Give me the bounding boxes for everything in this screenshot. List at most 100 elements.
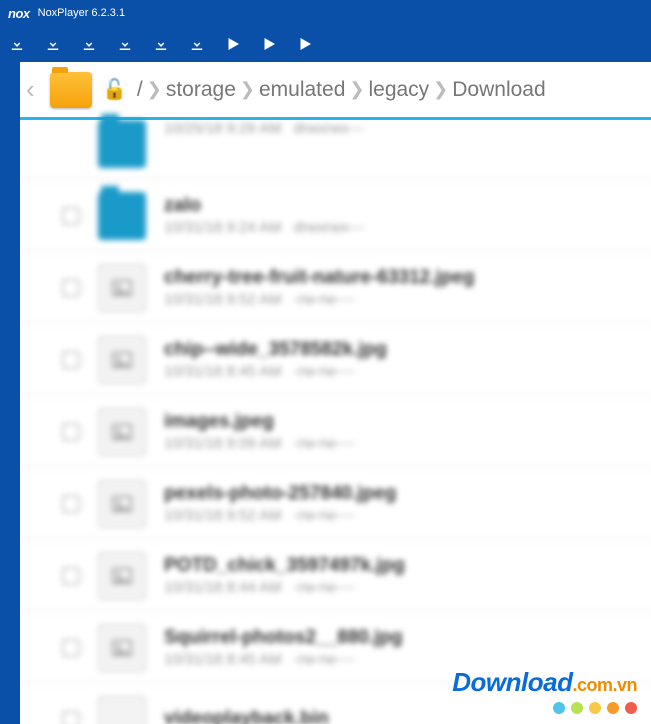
file-meta: 10/31/18 8:44 AM -rw-rw---- [164, 579, 405, 596]
checkbox[interactable] [62, 207, 80, 225]
crumb-storage[interactable]: storage [166, 78, 236, 102]
checkbox[interactable] [62, 567, 80, 585]
file-name: cherry-tree-fruit-nature-63312.jpeg [164, 267, 474, 289]
file-date: 10/31/18 9:52 AM [164, 507, 282, 524]
chevron-right-icon: ❯ [349, 79, 364, 100]
checkbox[interactable] [62, 351, 80, 369]
file-name: images.jpeg [164, 411, 355, 433]
file-row[interactable]: images.jpeg 10/31/18 9:09 AM-rw-rw---- [20, 396, 651, 468]
checkbox[interactable] [62, 639, 80, 657]
file-meta: 10/31/18 8:45 AM -rw-rw---- [164, 363, 387, 380]
crumb-download[interactable]: Download [452, 78, 545, 102]
checkbox[interactable] [62, 279, 80, 297]
file-row[interactable]: pexels-photo-257840.jpeg 10/31/18 9:52 AM… [20, 468, 651, 540]
breadcrumb-bar: ‹ 🔓 / ❯ storage ❯ emulated ❯ legacy ❯ Do… [20, 62, 651, 120]
file-date: 10/31/18 8:45 AM [164, 651, 282, 668]
dot-icon [571, 702, 583, 714]
file-info: pexels-photo-257840.jpeg 10/31/18 9:52 AM… [164, 483, 396, 524]
checkbox[interactable] [62, 423, 80, 441]
file-perm: -rw-rw---- [294, 507, 356, 524]
file-list[interactable]: 10/25/18 9:29 AM drwxrwx--- zalo 10/31/18 9… [20, 120, 651, 724]
file-manager: ‹ 🔓 / ❯ storage ❯ emulated ❯ legacy ❯ Do… [20, 62, 651, 724]
folder-icon[interactable] [50, 72, 92, 108]
file-date: 10/25/18 9:29 AM [164, 120, 282, 137]
download-icon-5[interactable] [152, 35, 170, 53]
image-file-icon [98, 624, 146, 672]
file-name: Squirrel-photos2__880.jpg [164, 627, 403, 649]
download-icon-2[interactable] [44, 35, 62, 53]
window-title: NoxPlayer 6.2.3.1 [38, 7, 125, 19]
file-meta: 10/31/18 9:09 AM-rw-rw---- [164, 435, 355, 452]
unlock-icon[interactable]: 🔓 [102, 77, 127, 102]
file-name: POTD_chick_3597497k.jpg [164, 555, 405, 577]
folder-icon [98, 120, 146, 168]
binary-file-icon [98, 696, 146, 724]
file-perm: -rw-rw---- [294, 291, 356, 308]
crumb-emulated[interactable]: emulated [259, 78, 345, 102]
watermark-dots [452, 702, 637, 714]
file-date: 10/31/18 8:44 AM [164, 579, 282, 596]
dot-icon [553, 702, 565, 714]
file-perm: -rw-rw---- [294, 579, 356, 596]
download-icon-3[interactable] [80, 35, 98, 53]
file-info: videoplayback.bin [164, 708, 329, 724]
file-info: cherry-tree-fruit-nature-63312.jpeg 10/31… [164, 267, 474, 308]
play-icon-2[interactable] [260, 35, 278, 53]
download-icon-6[interactable] [188, 35, 206, 53]
image-file-icon [98, 336, 146, 384]
file-date: 10/31/18 9:24 AM [164, 219, 282, 236]
dot-icon [625, 702, 637, 714]
file-perm: drwxrwx--- [294, 219, 364, 236]
file-info: 10/25/18 9:29 AM drwxrwx--- [164, 120, 364, 137]
checkbox[interactable] [62, 711, 80, 724]
chevron-right-icon: ❯ [147, 79, 162, 100]
file-info: images.jpeg 10/31/18 9:09 AM-rw-rw---- [164, 411, 355, 452]
play-icon-1[interactable] [224, 35, 242, 53]
file-date: 10/31/18 8:45 AM [164, 363, 282, 380]
file-perm: -rw-rw---- [294, 651, 356, 668]
checkbox[interactable] [62, 495, 80, 513]
file-info: POTD_chick_3597497k.jpg 10/31/18 8:44 AM-… [164, 555, 405, 596]
file-row[interactable]: 10/25/18 9:29 AM drwxrwx--- [20, 120, 651, 180]
image-file-icon [98, 264, 146, 312]
watermark-suffix: .com.vn [572, 675, 637, 695]
app-logo: nox [8, 6, 30, 21]
file-meta: 10/31/18 9:24 AM drwxrwx--- [164, 219, 364, 236]
file-info: Squirrel-photos2__880.jpg 10/31/18 8:45 A… [164, 627, 403, 668]
image-file-icon [98, 408, 146, 456]
crumb-root[interactable]: / [137, 78, 143, 102]
file-name: zalo [164, 195, 364, 217]
file-row[interactable]: POTD_chick_3597497k.jpg 10/31/18 8:44 AM-… [20, 540, 651, 612]
file-meta: 10/31/18 9:52 AM -rw-rw---- [164, 291, 474, 308]
chevron-right-icon: ❯ [240, 79, 255, 100]
file-row[interactable]: chip--wide_3578582k.jpg 10/31/18 8:45 AM-… [20, 324, 651, 396]
folder-icon [98, 192, 146, 240]
file-row[interactable]: cherry-tree-fruit-nature-63312.jpeg 10/31… [20, 252, 651, 324]
breadcrumb[interactable]: / ❯ storage ❯ emulated ❯ legacy ❯ Downlo… [137, 78, 546, 102]
watermark: Download.com.vn [452, 667, 637, 714]
download-icon-1[interactable] [8, 35, 26, 53]
file-row[interactable]: zalo 10/31/18 9:24 AM drwxrwx--- [20, 180, 651, 252]
dot-icon [589, 702, 601, 714]
file-perm: drwxrwx--- [294, 120, 364, 137]
download-icon-4[interactable] [116, 35, 134, 53]
file-meta: 10/31/18 8:45 AM -rw-rw---- [164, 651, 403, 668]
dot-icon [607, 702, 619, 714]
image-file-icon [98, 480, 146, 528]
file-info: chip--wide_3578582k.jpg 10/31/18 8:45 AM-… [164, 339, 387, 380]
file-meta: 10/25/18 9:29 AM drwxrwx--- [164, 120, 364, 137]
toolbar [0, 26, 651, 62]
file-perm: -rw-rw---- [294, 363, 356, 380]
back-icon[interactable]: ‹ [26, 74, 44, 105]
title-bar: nox NoxPlayer 6.2.3.1 [0, 0, 651, 26]
file-name: pexels-photo-257840.jpeg [164, 483, 396, 505]
file-date: 10/31/18 9:09 AM [164, 435, 282, 452]
file-name: videoplayback.bin [164, 708, 329, 724]
watermark-brand: Download [452, 667, 572, 697]
crumb-legacy[interactable]: legacy [368, 78, 429, 102]
file-meta: 10/31/18 9:52 AM -rw-rw---- [164, 507, 396, 524]
file-name: chip--wide_3578582k.jpg [164, 339, 387, 361]
play-icon-3[interactable] [296, 35, 314, 53]
file-date: 10/31/18 9:52 AM [164, 291, 282, 308]
watermark-text: Download.com.vn [452, 667, 637, 698]
